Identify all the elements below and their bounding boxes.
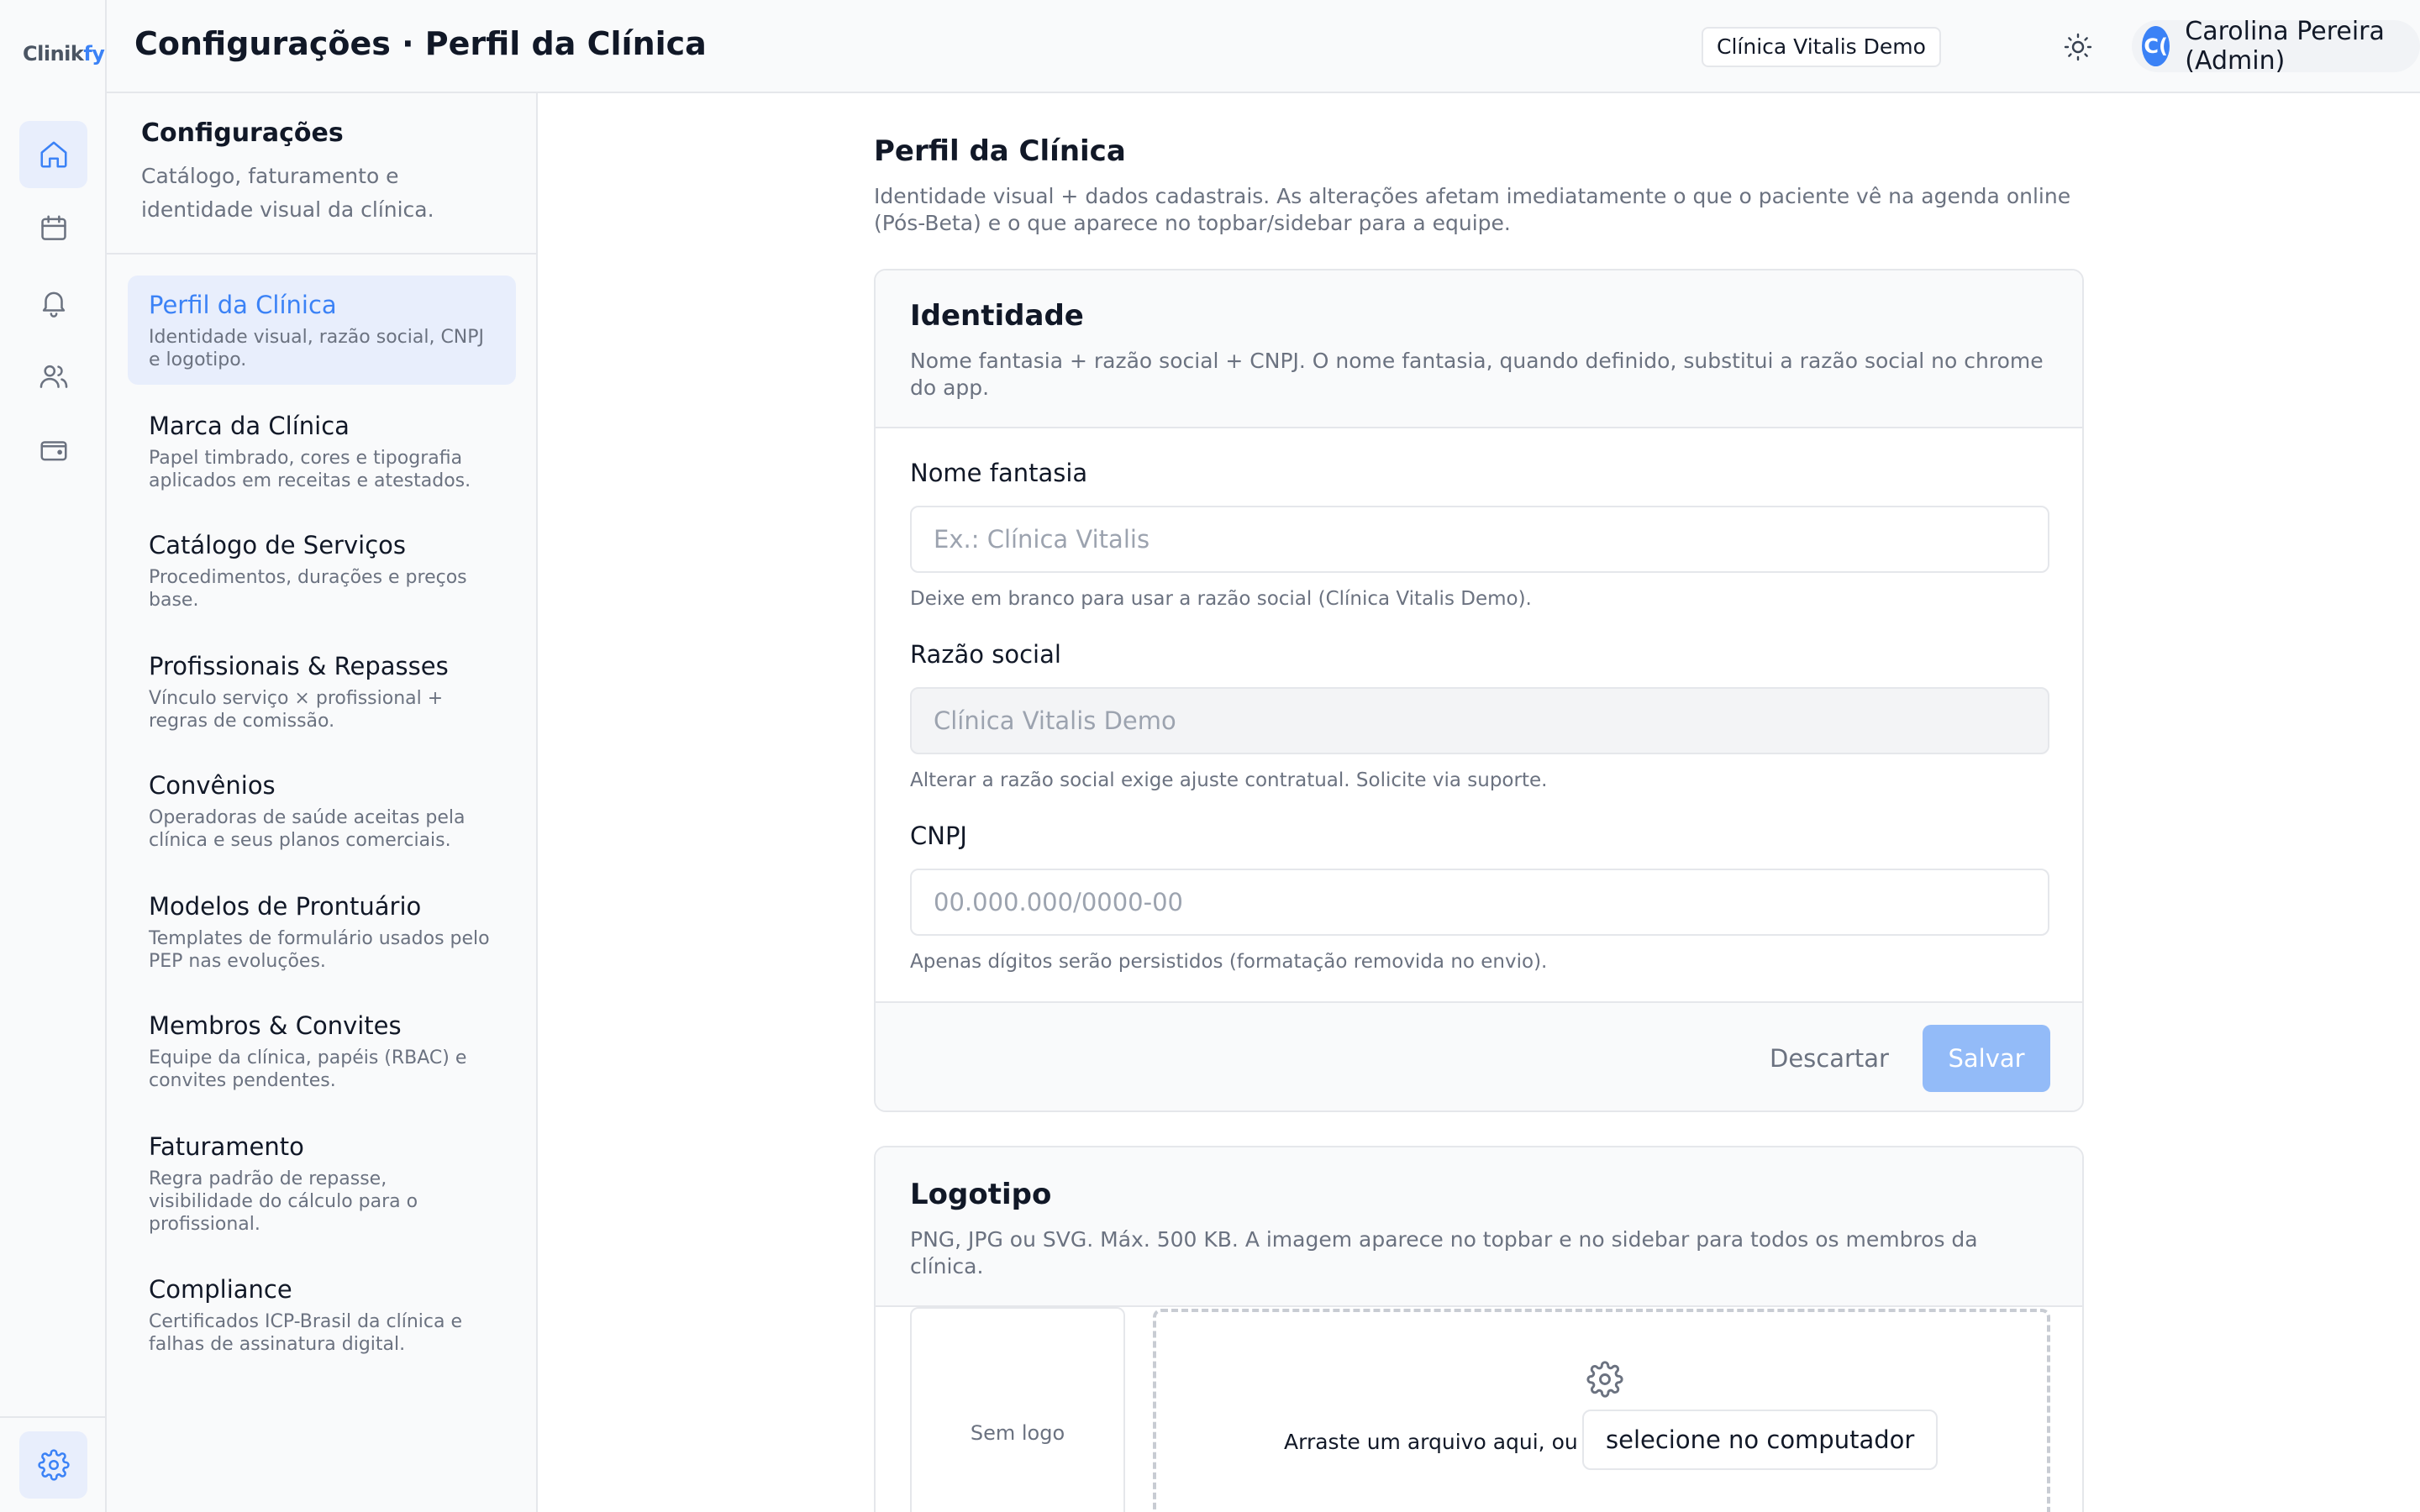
top-bar: Configurações · Perfil da Clínica Clínic… bbox=[107, 0, 2420, 93]
settings-item-catalogo[interactable]: Catálogo de Serviços Procedimentos, dura… bbox=[128, 516, 516, 625]
rail-home-button[interactable] bbox=[19, 121, 87, 188]
calendar-icon bbox=[40, 215, 66, 240]
legal-name-group: Razão social Clínica Vitalis Demo Altera… bbox=[910, 640, 2049, 791]
rail-divider bbox=[0, 1416, 107, 1418]
identity-card-header: Identidade Nome fantasia + razão social … bbox=[876, 270, 2082, 428]
rail-notifications-button[interactable] bbox=[19, 269, 87, 336]
dropzone-text: Arraste um arquivo aqui, ou bbox=[1284, 1430, 1578, 1454]
cnpj-input[interactable] bbox=[910, 869, 2049, 936]
user-name: Carolina Pereira (Admin) bbox=[2185, 17, 2385, 76]
bell-icon bbox=[42, 291, 65, 318]
icon-rail: Clinikfy bbox=[0, 0, 107, 1512]
rail-users-button[interactable] bbox=[19, 343, 87, 410]
logo-card-header: Logotipo PNG, JPG ou SVG. Máx. 500 KB. A… bbox=[876, 1147, 2082, 1307]
avatar: C( bbox=[2142, 26, 2170, 66]
app-logo[interactable]: Clinikfy bbox=[23, 42, 105, 66]
section-description: Identidade visual + dados cadastrais. As… bbox=[874, 184, 2071, 235]
settings-title: Configurações bbox=[141, 118, 344, 148]
identity-description: Nome fantasia + razão social + CNPJ. O n… bbox=[910, 349, 2044, 400]
settings-item-prontuario[interactable]: Modelos de Prontuário Templates de formu… bbox=[128, 877, 516, 986]
select-file-button[interactable]: selecione no computador bbox=[1582, 1410, 1939, 1470]
settings-item-marca[interactable]: Marca da Clínica Papel timbrado, cores e… bbox=[128, 396, 516, 506]
theme-toggle-button[interactable] bbox=[2058, 27, 2098, 67]
logo-description: PNG, JPG ou SVG. Máx. 500 KB. A imagem a… bbox=[910, 1227, 1978, 1278]
settings-header: Configurações Catálogo, faturamento e id… bbox=[107, 93, 536, 255]
page-title: Configurações · Perfil da Clínica bbox=[134, 25, 707, 62]
logo-preview: Sem logo bbox=[910, 1307, 1125, 1512]
home-icon bbox=[39, 141, 67, 168]
save-button[interactable]: Salvar bbox=[1923, 1025, 2050, 1092]
settings-item-membros[interactable]: Membros & Convites Equipe da clínica, pa… bbox=[128, 996, 516, 1105]
cnpj-label: CNPJ bbox=[910, 822, 967, 850]
gear-icon bbox=[37, 1449, 70, 1481]
logo-dropzone[interactable]: Arraste um arquivo aqui, ou selecione no… bbox=[1153, 1309, 2050, 1512]
trade-name-hint: Deixe em branco para usar a razão social… bbox=[910, 588, 1532, 610]
identity-title: Identidade bbox=[910, 299, 1084, 333]
legal-name-input: Clínica Vitalis Demo bbox=[910, 687, 2049, 754]
legal-name-hint: Alterar a razão social exige ajuste cont… bbox=[910, 769, 1548, 791]
settings-subtitle: Catálogo, faturamento e identidade visua… bbox=[141, 164, 434, 222]
rail-settings-button[interactable] bbox=[19, 1431, 87, 1499]
settings-item-perfil[interactable]: Perfil da Clínica Identidade visual, raz… bbox=[128, 276, 516, 385]
cnpj-hint: Apenas dígitos serão persistidos (format… bbox=[910, 951, 1548, 973]
sun-icon bbox=[2064, 33, 2092, 61]
settings-item-profissionais[interactable]: Profissionais & Repasses Vínculo serviço… bbox=[128, 637, 516, 746]
gear-icon bbox=[1586, 1361, 1623, 1398]
users-icon bbox=[39, 365, 67, 388]
identity-card: Identidade Nome fantasia + razão social … bbox=[874, 269, 2084, 1112]
trade-name-label: Nome fantasia bbox=[910, 459, 1088, 487]
rail-calendar-button[interactable] bbox=[19, 195, 87, 262]
trade-name-group: Nome fantasia Deixe em branco para usar … bbox=[910, 459, 2049, 610]
identity-card-footer: Descartar Salvar bbox=[876, 1001, 2082, 1110]
settings-item-convenios[interactable]: Convênios Operadoras de saúde aceitas pe… bbox=[128, 756, 516, 865]
legal-name-label: Razão social bbox=[910, 640, 1061, 669]
logo-card: Logotipo PNG, JPG ou SVG. Máx. 500 KB. A… bbox=[874, 1146, 2084, 1512]
wallet-icon bbox=[39, 441, 67, 461]
trade-name-input[interactable] bbox=[910, 506, 2049, 573]
user-menu[interactable]: C( Carolina Pereira (Admin) bbox=[2132, 17, 2420, 76]
cnpj-group: CNPJ Apenas dígitos serão persistidos (f… bbox=[910, 822, 2049, 973]
settings-item-faturamento[interactable]: Faturamento Regra padrão de repasse, vis… bbox=[128, 1117, 516, 1249]
rail-wallet-button[interactable] bbox=[19, 417, 87, 484]
settings-sidebar: Configurações Catálogo, faturamento e id… bbox=[107, 93, 538, 1512]
logo-title: Logotipo bbox=[910, 1178, 1052, 1211]
discard-button[interactable]: Descartar bbox=[1753, 1025, 1906, 1092]
clinic-selector[interactable]: Clínica Vitalis Demo bbox=[1702, 27, 1941, 67]
section-title: Perfil da Clínica bbox=[874, 134, 1126, 168]
settings-item-compliance[interactable]: Compliance Certificados ICP-Brasil da cl… bbox=[128, 1260, 516, 1369]
main-header: Perfil da Clínica Identidade visual + da… bbox=[874, 134, 2084, 237]
